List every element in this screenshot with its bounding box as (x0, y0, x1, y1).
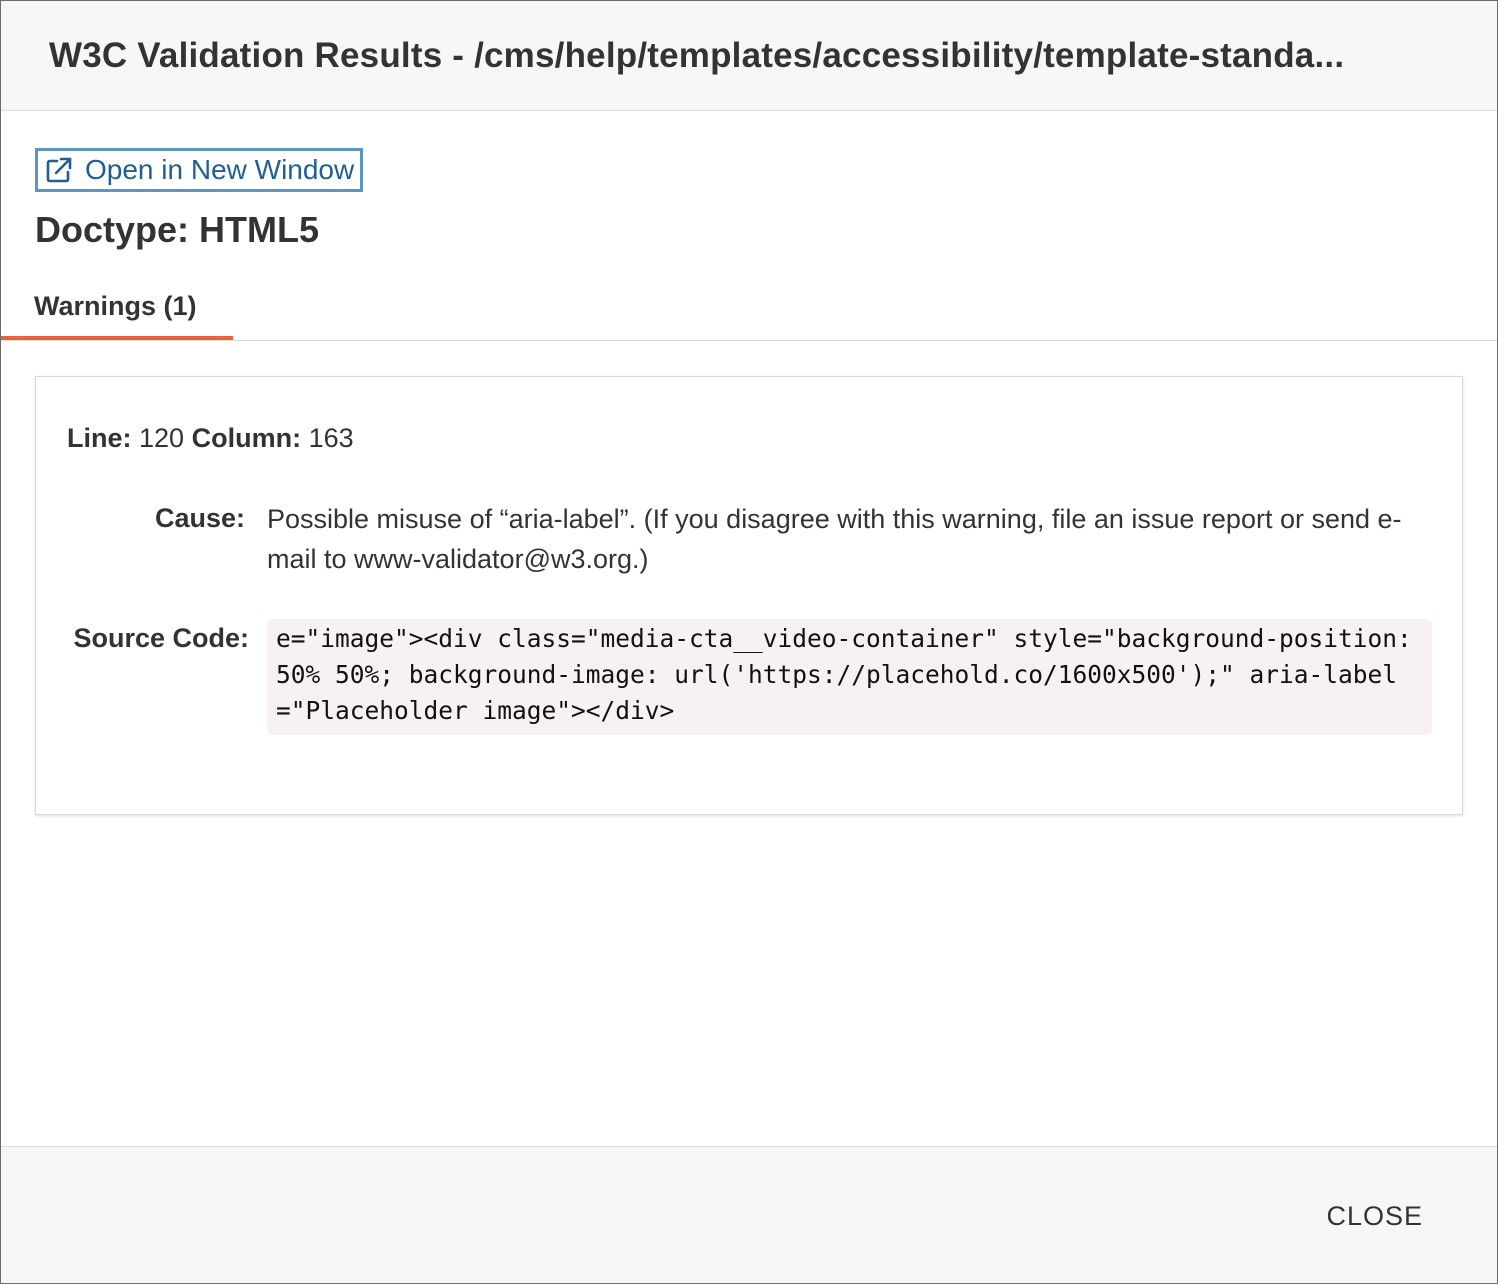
source-code-label: Source Code: (73, 623, 249, 653)
result-tabs: Warnings (1) (1, 279, 1497, 341)
source-code-block: e="image"><div class="media-cta__video-c… (267, 619, 1432, 735)
dialog-footer: CLOSE (1, 1146, 1497, 1283)
cause-text: Possible misuse of “aria-label”. (If you… (267, 504, 1402, 574)
validation-dialog: W3C Validation Results - /cms/help/templ… (0, 0, 1498, 1284)
external-link-icon (45, 156, 73, 184)
doctype-heading: Doctype: HTML5 (35, 209, 320, 250)
warning-card: Line: 120 Column: 163 Cause: Possible mi… (35, 376, 1463, 815)
open-in-new-window-button[interactable]: Open in New Window (35, 148, 363, 192)
dialog-title: W3C Validation Results - /cms/help/templ… (49, 35, 1345, 75)
dialog-header: W3C Validation Results - /cms/help/templ… (1, 1, 1497, 111)
column-value: 163 (308, 423, 354, 453)
column-label: Column: (191, 423, 302, 453)
cause-label: Cause: (154, 503, 245, 533)
line-column-info: Line: 120 Column: 163 (67, 423, 354, 454)
open-in-new-window-label: Open in New Window (85, 154, 355, 185)
close-button[interactable]: CLOSE (1326, 1201, 1423, 1232)
tab-warnings[interactable]: Warnings (1) (1, 279, 233, 340)
line-value: 120 (139, 423, 185, 453)
line-label: Line: (67, 423, 132, 453)
